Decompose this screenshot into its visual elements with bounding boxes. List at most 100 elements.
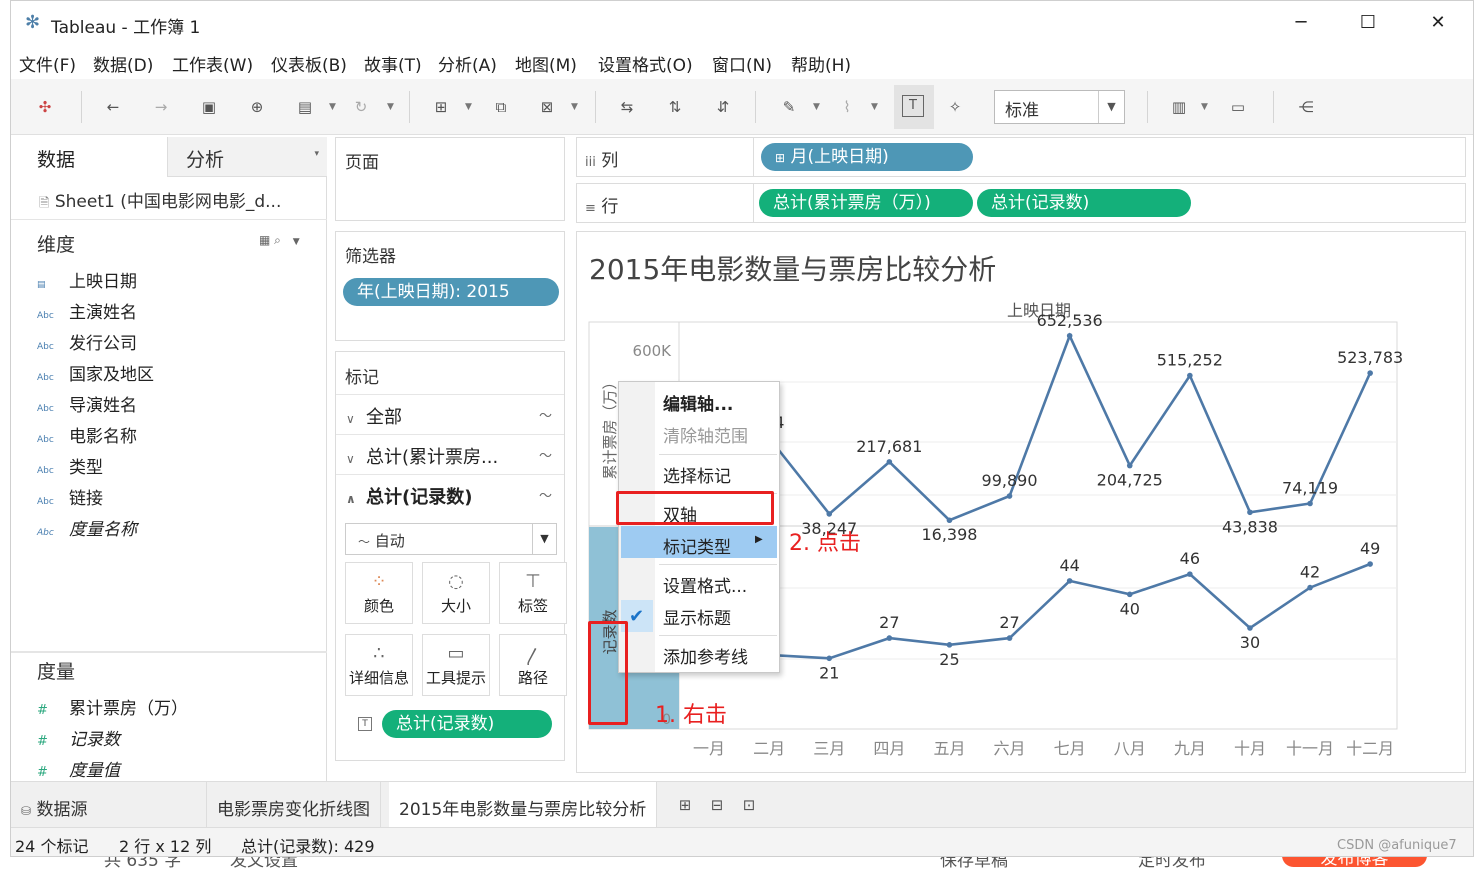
mark-type-select[interactable]: 〜 自动 ▼ bbox=[345, 523, 557, 555]
field-release-date[interactable]: ▤ 上映日期 bbox=[37, 267, 137, 292]
new-story-icon[interactable]: ⊡ bbox=[737, 793, 761, 817]
label-button[interactable]: ⊤ 标签 bbox=[499, 562, 567, 624]
share-icon[interactable]: ⋲ bbox=[1294, 95, 1318, 119]
marks-row-all[interactable]: ∨ 全部 〜 bbox=[336, 394, 564, 434]
maximize-button[interactable]: ☐ bbox=[1353, 9, 1383, 37]
close-button[interactable]: ✕ bbox=[1423, 9, 1453, 37]
path-button[interactable]: 〳路径 bbox=[499, 634, 567, 696]
detail-button[interactable]: ∴ 详细信息 bbox=[345, 634, 413, 696]
pages-card[interactable]: 页面 bbox=[335, 137, 565, 221]
highlight-icon[interactable]: ✎ bbox=[777, 95, 801, 119]
presentation-mode-icon[interactable]: ▭ bbox=[1226, 95, 1250, 119]
view-list-icon[interactable]: ▦ bbox=[259, 233, 270, 247]
dropdown-arrow-icon[interactable]: ▼ bbox=[465, 95, 472, 119]
pause-update-icon[interactable]: ▤ bbox=[293, 95, 317, 119]
rows-pill-record-count[interactable]: 总计(记录数) bbox=[977, 189, 1191, 217]
search-icon[interactable]: ⌕ bbox=[274, 233, 281, 247]
tooltip-button[interactable]: ▭ 工具提示 bbox=[422, 634, 490, 696]
x-tick-label: 八月 bbox=[1114, 739, 1146, 758]
field-box-office[interactable]: # 累计票房（万） bbox=[37, 694, 188, 719]
filter-pill-year[interactable]: 年(上映日期): 2015 bbox=[343, 278, 559, 306]
field-link[interactable]: Abc 链接 bbox=[37, 484, 103, 509]
group-members-icon[interactable]: ⌇ bbox=[835, 95, 859, 119]
tab-sheet-line-chart[interactable]: 电影票房变化折线图 bbox=[207, 782, 381, 828]
menu-help[interactable]: 帮助(H) bbox=[791, 51, 851, 76]
field-genre[interactable]: Abc 类型 bbox=[37, 453, 103, 478]
menu-story[interactable]: 故事(T) bbox=[364, 51, 422, 76]
tableau-home-icon[interactable]: ✣ bbox=[33, 95, 57, 119]
show-mark-labels-icon[interactable]: T bbox=[902, 95, 924, 117]
dropdown-arrow-icon[interactable]: ▼ bbox=[1201, 95, 1208, 119]
undo-icon[interactable]: ← bbox=[101, 95, 125, 119]
new-datasource-icon[interactable]: ⊕ bbox=[245, 95, 269, 119]
tab-analysis[interactable]: 分析 ▾ bbox=[167, 137, 327, 177]
rows-pill-box-office[interactable]: 总计(累计票房（万）) bbox=[759, 189, 973, 217]
clear-sheet-icon[interactable]: ⊠ bbox=[535, 95, 559, 119]
menu-item-mark-type[interactable]: 标记类型 bbox=[663, 533, 731, 558]
menu-worksheet[interactable]: 工作表(W) bbox=[172, 51, 253, 76]
menu-format[interactable]: 设置格式(O) bbox=[598, 51, 693, 76]
field-distributor[interactable]: Abc 发行公司 bbox=[37, 329, 137, 354]
save-icon[interactable]: ▣ bbox=[197, 95, 221, 119]
menu-window[interactable]: 窗口(N) bbox=[712, 51, 772, 76]
refresh-icon[interactable]: ↻ bbox=[349, 95, 373, 119]
dropdown-arrow-icon[interactable]: ▼ bbox=[813, 95, 820, 119]
minimize-button[interactable]: ─ bbox=[1286, 9, 1316, 37]
columns-pill-month[interactable]: ⊞ 月(上映日期) bbox=[761, 143, 973, 171]
rows-shelf[interactable]: ≡ 行 总计(累计票房（万）) 总计(记录数) bbox=[576, 183, 1466, 223]
tab-datasource[interactable]: ⛁ 数据源 bbox=[11, 782, 207, 828]
tab-sheet-comparison[interactable]: 2015年电影数量与票房比较分析 bbox=[389, 782, 658, 828]
label-pill-record-count[interactable]: 总计(记录数) bbox=[382, 710, 552, 738]
field-country[interactable]: Abc 国家及地区 bbox=[37, 360, 154, 385]
menu-item-add-reference-line[interactable]: 添加参考线 bbox=[663, 643, 748, 668]
columns-shelf[interactable]: iii 列 ⊞ 月(上映日期) bbox=[576, 137, 1466, 177]
field-lead-actor[interactable]: Abc 主演姓名 bbox=[37, 298, 137, 323]
field-movie-name[interactable]: Abc 电影名称 bbox=[37, 422, 137, 447]
menu-item-clear-axis-range[interactable]: 清除轴范围 bbox=[663, 422, 748, 447]
menu-data[interactable]: 数据(D) bbox=[93, 51, 153, 76]
menu-item-select-marks[interactable]: 选择标记 bbox=[663, 462, 731, 487]
redo-icon[interactable]: → bbox=[149, 95, 173, 119]
color-button[interactable]: ⁘ 颜色 bbox=[345, 562, 413, 624]
new-worksheet-icon[interactable]: ⊞ bbox=[429, 95, 453, 119]
menu-analysis[interactable]: 分析(A) bbox=[438, 51, 497, 76]
marks-row-record-count[interactable]: ∧ 总计(记录数) 〜 bbox=[336, 474, 564, 514]
fit-select[interactable]: 标准 ▼ bbox=[994, 90, 1125, 124]
sort-descending-icon[interactable]: ⇵ bbox=[711, 95, 735, 119]
sheet-tabs-bar: ⛁ 数据源 电影票房变化折线图 2015年电影数量与票房比较分析 ⊞ ⊟ ⊡ bbox=[11, 781, 1473, 828]
tableau-logo-icon: ✻ bbox=[25, 12, 41, 33]
new-dashboard-icon[interactable]: ⊟ bbox=[705, 793, 729, 817]
new-worksheet-icon[interactable]: ⊞ bbox=[673, 793, 697, 817]
chevron-down-icon[interactable]: ▼ bbox=[293, 237, 300, 247]
dropdown-arrow-icon[interactable]: ▼ bbox=[571, 95, 578, 119]
menu-item-edit-axis[interactable]: 编辑轴... bbox=[663, 390, 733, 415]
menu-item-format[interactable]: 设置格式... bbox=[663, 572, 747, 597]
size-button[interactable]: ◌ 大小 bbox=[422, 562, 490, 624]
menu-map[interactable]: 地图(M) bbox=[515, 51, 577, 76]
columns-icon: iii bbox=[585, 155, 596, 170]
field-director[interactable]: Abc 导演姓名 bbox=[37, 391, 137, 416]
toolbar-separator bbox=[595, 91, 596, 123]
field-measure-names[interactable]: Abc 度量名称 bbox=[37, 515, 137, 540]
chevron-up-icon: ∧ bbox=[346, 492, 356, 506]
dropdown-arrow-icon[interactable]: ▼ bbox=[871, 95, 878, 119]
marks-row-box-office[interactable]: ∨ 总计(累计票房... 〜 bbox=[336, 434, 564, 474]
x-tick-label: 二月 bbox=[753, 739, 785, 758]
menu-item-show-header[interactable]: 显示标题 bbox=[663, 604, 731, 629]
fix-axes-icon[interactable]: ✧ bbox=[943, 95, 967, 119]
filters-card[interactable]: 筛选器 年(上映日期): 2015 bbox=[335, 231, 565, 341]
menu-file[interactable]: 文件(F) bbox=[19, 51, 76, 76]
swap-rows-columns-icon[interactable]: ⇆ bbox=[615, 95, 639, 119]
datasource-item[interactable]: 🗎 Sheet1 (中国电影网电影_d... bbox=[39, 187, 281, 216]
dropdown-arrow-icon[interactable]: ▼ bbox=[329, 95, 336, 119]
field-label: 记录数 bbox=[69, 730, 120, 750]
show-me-icon[interactable]: ▥ bbox=[1167, 95, 1191, 119]
dropdown-arrow-icon[interactable]: ▼ bbox=[387, 95, 394, 119]
menu-separator bbox=[659, 635, 777, 636]
field-record-count[interactable]: # 记录数 bbox=[37, 725, 120, 750]
duplicate-sheet-icon[interactable]: ⧉ bbox=[489, 95, 513, 119]
tab-data[interactable]: 数据 bbox=[11, 137, 167, 177]
field-measure-values[interactable]: # 度量值 bbox=[37, 756, 120, 781]
sort-ascending-icon[interactable]: ⇅ bbox=[663, 95, 687, 119]
menu-dashboard[interactable]: 仪表板(B) bbox=[271, 51, 347, 76]
